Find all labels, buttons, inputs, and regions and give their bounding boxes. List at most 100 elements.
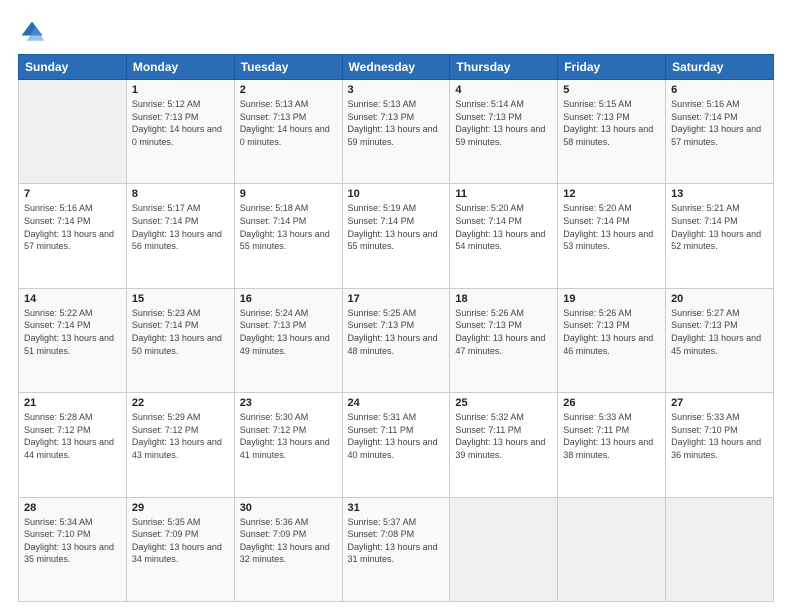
day-number: 27 — [671, 397, 768, 409]
day-number: 7 — [24, 188, 121, 200]
day-info: Sunrise: 5:26 AMSunset: 7:13 PMDaylight:… — [563, 307, 660, 357]
day-info: Sunrise: 5:24 AMSunset: 7:13 PMDaylight:… — [240, 307, 337, 357]
day-number: 26 — [563, 397, 660, 409]
day-number: 22 — [132, 397, 229, 409]
day-info: Sunrise: 5:34 AMSunset: 7:10 PMDaylight:… — [24, 516, 121, 566]
calendar-cell: 30 Sunrise: 5:36 AMSunset: 7:09 PMDayligh… — [234, 497, 342, 601]
day-number: 3 — [348, 84, 445, 96]
day-info: Sunrise: 5:35 AMSunset: 7:09 PMDaylight:… — [132, 516, 229, 566]
day-info: Sunrise: 5:14 AMSunset: 7:13 PMDaylight:… — [455, 98, 552, 148]
day-info: Sunrise: 5:22 AMSunset: 7:14 PMDaylight:… — [24, 307, 121, 357]
header — [18, 18, 774, 46]
day-info: Sunrise: 5:18 AMSunset: 7:14 PMDaylight:… — [240, 202, 337, 252]
weekday-wednesday: Wednesday — [342, 55, 450, 80]
day-info: Sunrise: 5:13 AMSunset: 7:13 PMDaylight:… — [348, 98, 445, 148]
day-number: 2 — [240, 84, 337, 96]
calendar-table: SundayMondayTuesdayWednesdayThursdayFrid… — [18, 54, 774, 602]
day-number: 31 — [348, 502, 445, 514]
day-info: Sunrise: 5:21 AMSunset: 7:14 PMDaylight:… — [671, 202, 768, 252]
calendar-cell: 4 Sunrise: 5:14 AMSunset: 7:13 PMDaylight… — [450, 80, 558, 184]
day-info: Sunrise: 5:28 AMSunset: 7:12 PMDaylight:… — [24, 411, 121, 461]
day-info: Sunrise: 5:29 AMSunset: 7:12 PMDaylight:… — [132, 411, 229, 461]
day-number: 5 — [563, 84, 660, 96]
calendar-cell: 31 Sunrise: 5:37 AMSunset: 7:08 PMDayligh… — [342, 497, 450, 601]
day-number: 20 — [671, 293, 768, 305]
day-number: 30 — [240, 502, 337, 514]
calendar-cell — [558, 497, 666, 601]
day-number: 6 — [671, 84, 768, 96]
day-info: Sunrise: 5:30 AMSunset: 7:12 PMDaylight:… — [240, 411, 337, 461]
day-number: 19 — [563, 293, 660, 305]
day-number: 29 — [132, 502, 229, 514]
weekday-sunday: Sunday — [19, 55, 127, 80]
calendar-cell: 14 Sunrise: 5:22 AMSunset: 7:14 PMDayligh… — [19, 288, 127, 392]
day-info: Sunrise: 5:23 AMSunset: 7:14 PMDaylight:… — [132, 307, 229, 357]
day-info: Sunrise: 5:13 AMSunset: 7:13 PMDaylight:… — [240, 98, 337, 148]
calendar-cell: 24 Sunrise: 5:31 AMSunset: 7:11 PMDayligh… — [342, 393, 450, 497]
day-number: 1 — [132, 84, 229, 96]
week-row-3: 14 Sunrise: 5:22 AMSunset: 7:14 PMDayligh… — [19, 288, 774, 392]
day-number: 10 — [348, 188, 445, 200]
calendar-cell — [666, 497, 774, 601]
day-info: Sunrise: 5:12 AMSunset: 7:13 PMDaylight:… — [132, 98, 229, 148]
calendar-cell: 26Sunrise: 5:33 AMSunset: 7:11 PMDayligh… — [558, 393, 666, 497]
calendar-cell: 5 Sunrise: 5:15 AMSunset: 7:13 PMDaylight… — [558, 80, 666, 184]
day-info: Sunrise: 5:15 AMSunset: 7:13 PMDaylight:… — [563, 98, 660, 148]
logo — [18, 18, 52, 46]
calendar-cell: 10 Sunrise: 5:19 AMSunset: 7:14 PMDayligh… — [342, 184, 450, 288]
logo-icon — [18, 18, 46, 46]
day-number: 9 — [240, 188, 337, 200]
day-info: Sunrise: 5:17 AMSunset: 7:14 PMDaylight:… — [132, 202, 229, 252]
calendar-cell: 21 Sunrise: 5:28 AMSunset: 7:12 PMDayligh… — [19, 393, 127, 497]
page: SundayMondayTuesdayWednesdayThursdayFrid… — [0, 0, 792, 612]
calendar-cell: 16Sunrise: 5:24 AMSunset: 7:13 PMDayligh… — [234, 288, 342, 392]
weekday-tuesday: Tuesday — [234, 55, 342, 80]
calendar-cell: 20Sunrise: 5:27 AMSunset: 7:13 PMDayligh… — [666, 288, 774, 392]
calendar-cell: 13 Sunrise: 5:21 AMSunset: 7:14 PMDayligh… — [666, 184, 774, 288]
day-number: 21 — [24, 397, 121, 409]
day-number: 8 — [132, 188, 229, 200]
week-row-4: 21 Sunrise: 5:28 AMSunset: 7:12 PMDayligh… — [19, 393, 774, 497]
day-number: 12 — [563, 188, 660, 200]
day-number: 28 — [24, 502, 121, 514]
calendar-cell: 18Sunrise: 5:26 AMSunset: 7:13 PMDayligh… — [450, 288, 558, 392]
day-info: Sunrise: 5:32 AMSunset: 7:11 PMDaylight:… — [455, 411, 552, 461]
weekday-saturday: Saturday — [666, 55, 774, 80]
calendar-cell: 8 Sunrise: 5:17 AMSunset: 7:14 PMDaylight… — [126, 184, 234, 288]
calendar-cell: 29 Sunrise: 5:35 AMSunset: 7:09 PMDayligh… — [126, 497, 234, 601]
calendar-cell: 1 Sunrise: 5:12 AMSunset: 7:13 PMDaylight… — [126, 80, 234, 184]
calendar-cell: 2 Sunrise: 5:13 AMSunset: 7:13 PMDaylight… — [234, 80, 342, 184]
day-info: Sunrise: 5:26 AMSunset: 7:13 PMDaylight:… — [455, 307, 552, 357]
day-number: 13 — [671, 188, 768, 200]
calendar-cell: 23 Sunrise: 5:30 AMSunset: 7:12 PMDayligh… — [234, 393, 342, 497]
day-number: 24 — [348, 397, 445, 409]
weekday-monday: Monday — [126, 55, 234, 80]
calendar-cell: 12 Sunrise: 5:20 AMSunset: 7:14 PMDayligh… — [558, 184, 666, 288]
calendar-cell — [19, 80, 127, 184]
calendar-cell: 19 Sunrise: 5:26 AMSunset: 7:13 PMDayligh… — [558, 288, 666, 392]
day-info: Sunrise: 5:31 AMSunset: 7:11 PMDaylight:… — [348, 411, 445, 461]
day-info: Sunrise: 5:19 AMSunset: 7:14 PMDaylight:… — [348, 202, 445, 252]
day-info: Sunrise: 5:25 AMSunset: 7:13 PMDaylight:… — [348, 307, 445, 357]
day-info: Sunrise: 5:33 AMSunset: 7:10 PMDaylight:… — [671, 411, 768, 461]
day-number: 14 — [24, 293, 121, 305]
week-row-5: 28 Sunrise: 5:34 AMSunset: 7:10 PMDayligh… — [19, 497, 774, 601]
day-number: 4 — [455, 84, 552, 96]
day-info: Sunrise: 5:20 AMSunset: 7:14 PMDaylight:… — [563, 202, 660, 252]
weekday-friday: Friday — [558, 55, 666, 80]
weekday-header-row: SundayMondayTuesdayWednesdayThursdayFrid… — [19, 55, 774, 80]
calendar-cell: 27 Sunrise: 5:33 AMSunset: 7:10 PMDayligh… — [666, 393, 774, 497]
day-info: Sunrise: 5:36 AMSunset: 7:09 PMDaylight:… — [240, 516, 337, 566]
calendar-cell — [450, 497, 558, 601]
day-number: 17 — [348, 293, 445, 305]
calendar-cell: 7 Sunrise: 5:16 AMSunset: 7:14 PMDaylight… — [19, 184, 127, 288]
day-info: Sunrise: 5:16 AMSunset: 7:14 PMDaylight:… — [24, 202, 121, 252]
day-info: Sunrise: 5:16 AMSunset: 7:14 PMDaylight:… — [671, 98, 768, 148]
calendar-cell: 15 Sunrise: 5:23 AMSunset: 7:14 PMDayligh… — [126, 288, 234, 392]
day-info: Sunrise: 5:20 AMSunset: 7:14 PMDaylight:… — [455, 202, 552, 252]
calendar-cell: 3 Sunrise: 5:13 AMSunset: 7:13 PMDaylight… — [342, 80, 450, 184]
day-number: 23 — [240, 397, 337, 409]
calendar-cell: 11Sunrise: 5:20 AMSunset: 7:14 PMDayligh… — [450, 184, 558, 288]
day-info: Sunrise: 5:37 AMSunset: 7:08 PMDaylight:… — [348, 516, 445, 566]
day-number: 15 — [132, 293, 229, 305]
